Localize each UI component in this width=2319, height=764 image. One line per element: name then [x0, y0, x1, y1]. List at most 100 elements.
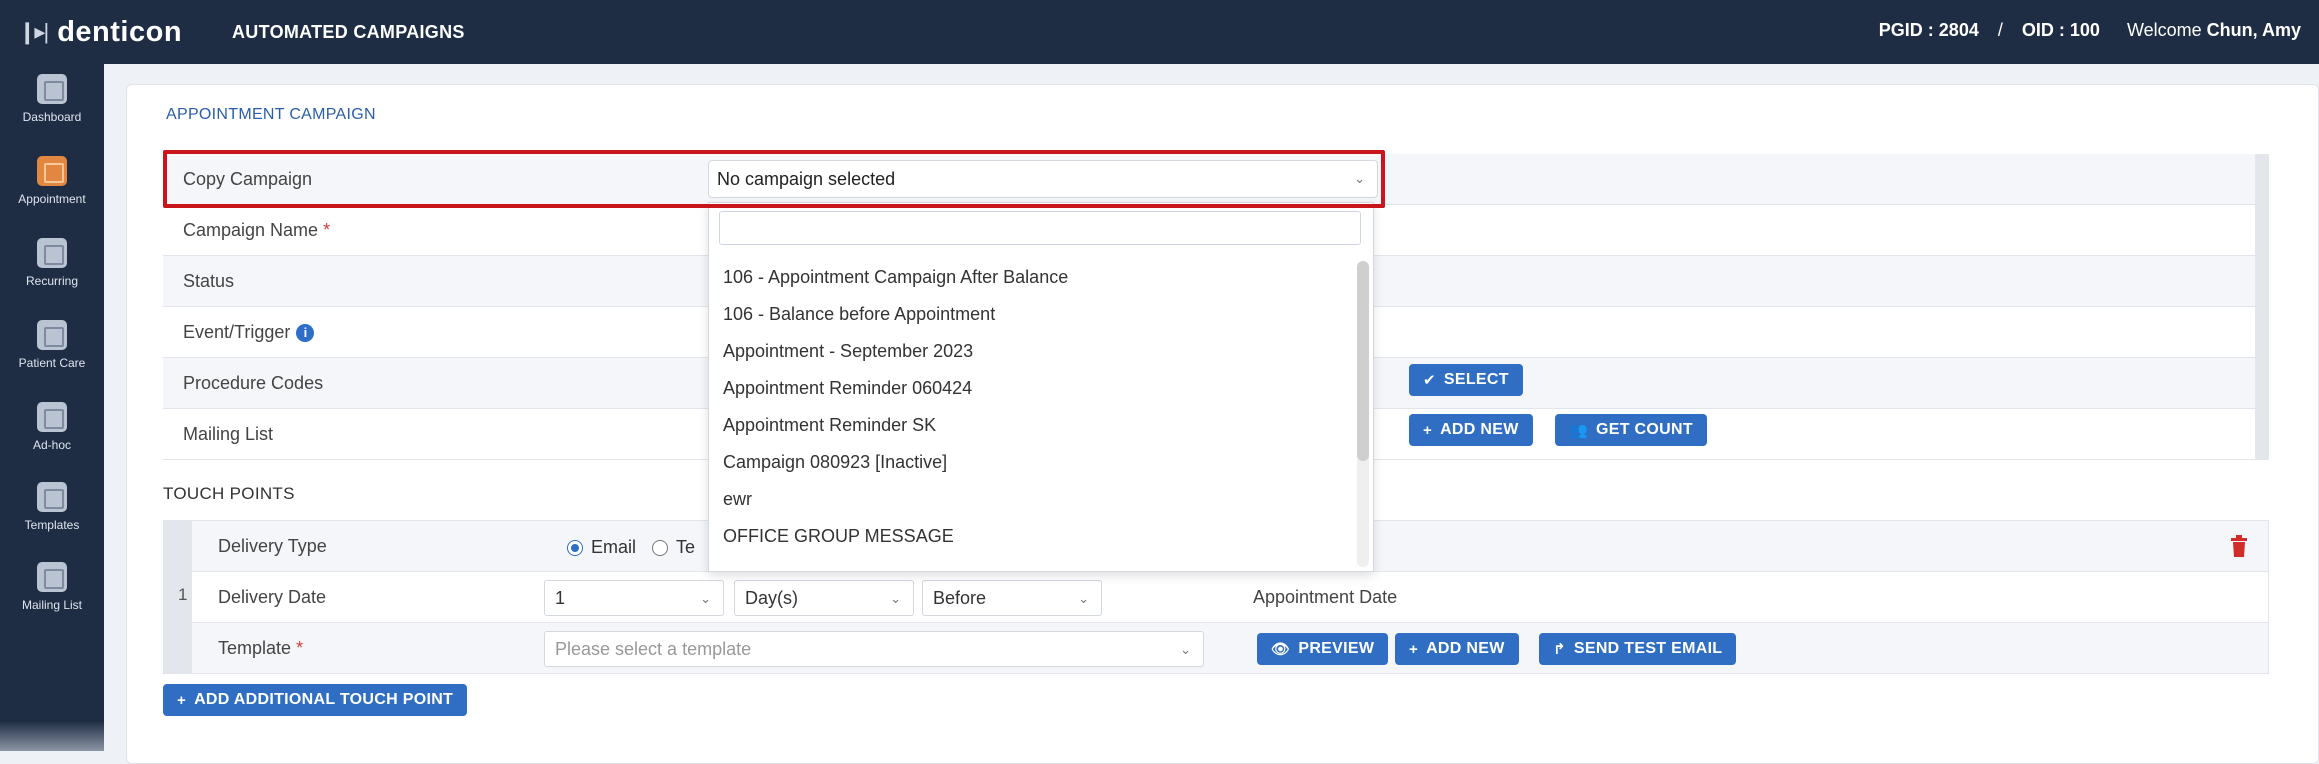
logo-text: denticon [57, 15, 183, 48]
welcome-text: Welcome [2126, 20, 2202, 40]
sidebar-item-label: Mailing List [21, 598, 83, 612]
sidebar-item-label: Appointment [18, 192, 86, 206]
template-row: Template * Please select a template ⌄ 👁 … [192, 623, 2268, 674]
get-count-button[interactable]: 👥 GET COUNT [1555, 414, 1707, 446]
get-count-label: GET COUNT [1595, 421, 1693, 438]
status-label: Status [183, 271, 235, 291]
event-trigger-label: Event/Trigger i [183, 322, 315, 343]
touch-point-number: 1 [178, 585, 188, 604]
sidebar-item-label: Ad-hoc [32, 438, 72, 452]
sidebar-item-label: Templates [24, 518, 80, 532]
radio-selected-icon [567, 539, 583, 556]
template-placeholder: Please select a template [555, 639, 752, 659]
info-icon[interactable]: i [296, 324, 315, 342]
select-button[interactable]: ✔ SELECT [1409, 364, 1523, 396]
email-option-label: Email [591, 537, 637, 557]
copy-campaign-select[interactable]: No campaign selected ⌄ [708, 160, 1378, 198]
radio-unselected-icon [652, 539, 668, 556]
delivery-date-row: Delivery Date 1 ⌄ Day(s) ⌄ Before ⌄ Appo… [192, 572, 2268, 623]
check-icon: ✔ [1423, 372, 1436, 389]
add-new-template-button[interactable]: + ADD NEW [1395, 633, 1519, 665]
text-radio[interactable]: Te [652, 537, 695, 558]
template-label-text: Template [218, 638, 292, 658]
app-logo[interactable]: ❙▸| denticon [18, 14, 182, 50]
templates-icon [37, 482, 67, 512]
sidebar-fade [0, 721, 104, 751]
select-button-label: SELECT [1443, 371, 1509, 388]
dropdown-option[interactable]: ewr [709, 480, 1359, 517]
sidebar-item-adhoc[interactable]: Ad-hoc [0, 402, 104, 472]
eye-icon: 👁 [1271, 641, 1291, 658]
event-trigger-text: Event/Trigger [183, 322, 291, 342]
delivery-date-label: Delivery Date [218, 587, 327, 607]
required-mark: * [323, 220, 331, 240]
appointment-icon [37, 156, 67, 186]
sidebar-item-label: Recurring [25, 274, 79, 288]
add-touch-point-label: ADD ADDITIONAL TOUCH POINT [194, 691, 454, 708]
plus-icon: + [1409, 640, 1419, 658]
sidebar-item-dashboard[interactable]: Dashboard [0, 74, 104, 144]
user-name[interactable]: Chun, Amy [2207, 20, 2301, 40]
share-icon: ↱ [1553, 641, 1566, 658]
appointment-date-label: Appointment Date [1253, 587, 1398, 607]
users-icon: 👥 [1569, 422, 1588, 439]
patient-care-icon [37, 320, 67, 350]
send-test-email-button[interactable]: ↱ SEND TEST EMAIL [1539, 633, 1737, 665]
chevron-down-icon: ⌄ [1078, 591, 1089, 606]
preview-label: PREVIEW [1298, 640, 1375, 657]
mailing-list-icon [37, 562, 67, 592]
pgid-label: PGID : 2804 [1878, 20, 1979, 40]
dropdown-option[interactable]: Appointment - September 2023 [709, 332, 1359, 369]
delivery-relation-select[interactable]: Before ⌄ [922, 580, 1102, 616]
copy-campaign-dropdown: 106 - Appointment Campaign After Balance… [708, 202, 1374, 572]
separator: / [1997, 20, 2003, 40]
add-new-template-label: ADD NEW [1426, 640, 1505, 657]
sidebar-item-label: Dashboard [22, 110, 82, 124]
recurring-icon [37, 238, 67, 268]
oid-label: OID : 100 [2021, 20, 2100, 40]
delivery-unit-value: Day(s) [745, 588, 798, 608]
delivery-number-select[interactable]: 1 ⌄ [544, 580, 724, 616]
sidebar-item-appointment[interactable]: Appointment [0, 156, 104, 226]
plus-icon: + [177, 691, 187, 709]
text-option-label: Te [676, 537, 696, 557]
trash-icon[interactable] [2230, 535, 2248, 557]
sidebar-item-recurring[interactable]: Recurring [0, 238, 104, 308]
dropdown-option[interactable]: Campaign 080923 [Inactive] [709, 443, 1359, 480]
preview-button[interactable]: 👁 PREVIEW [1257, 633, 1389, 665]
sidebar-item-mailing-list[interactable]: Mailing List [0, 562, 104, 632]
add-touch-point-button[interactable]: + ADD ADDITIONAL TOUCH POINT [163, 684, 468, 716]
sidebar: Dashboard Appointment Recurring Patient … [0, 64, 104, 751]
mailing-list-label: Mailing List [183, 424, 274, 444]
sidebar-item-templates[interactable]: Templates [0, 482, 104, 552]
plus-icon: + [1423, 421, 1433, 439]
dropdown-option[interactable]: Appointment Reminder 060424 [709, 369, 1359, 406]
logo-mark-icon: ❙▸| [18, 19, 49, 44]
dropdown-option[interactable]: 106 - Appointment Campaign After Balance [709, 258, 1359, 295]
email-radio[interactable]: Email [567, 537, 636, 558]
campaign-name-text: Campaign Name [183, 220, 319, 240]
delivery-type-label: Delivery Type [218, 536, 327, 556]
dropdown-options: 106 - Appointment Campaign After Balance… [709, 258, 1359, 554]
delivery-number-value: 1 [555, 588, 566, 608]
copy-campaign-label: Copy Campaign [183, 169, 313, 189]
dropdown-search-input[interactable] [719, 211, 1361, 245]
delivery-unit-select[interactable]: Day(s) ⌄ [734, 580, 914, 616]
template-select[interactable]: Please select a template ⌄ [544, 631, 1204, 667]
sidebar-item-patient-care[interactable]: Patient Care [0, 320, 104, 390]
adhoc-icon [37, 402, 67, 432]
procedure-codes-label: Procedure Codes [183, 373, 324, 393]
form-scroll-track [2255, 154, 2269, 460]
dropdown-option[interactable]: Appointment Reminder SK [709, 406, 1359, 443]
dropdown-scroll-thumb[interactable] [1357, 261, 1369, 461]
add-new-mailing-button[interactable]: + ADD NEW [1409, 414, 1533, 446]
touch-point-index: 1 [164, 521, 192, 673]
chevron-down-icon: ⌄ [890, 591, 901, 606]
dropdown-option[interactable]: OFFICE GROUP MESSAGE [709, 517, 1359, 554]
dropdown-option[interactable]: 106 - Balance before Appointment [709, 295, 1359, 332]
template-label: Template * [218, 638, 303, 659]
sidebar-item-label: Patient Care [18, 356, 86, 370]
dropdown-scrollbar[interactable] [1357, 261, 1369, 567]
chevron-down-icon: ⌄ [700, 591, 711, 606]
add-new-label: ADD NEW [1440, 421, 1519, 438]
